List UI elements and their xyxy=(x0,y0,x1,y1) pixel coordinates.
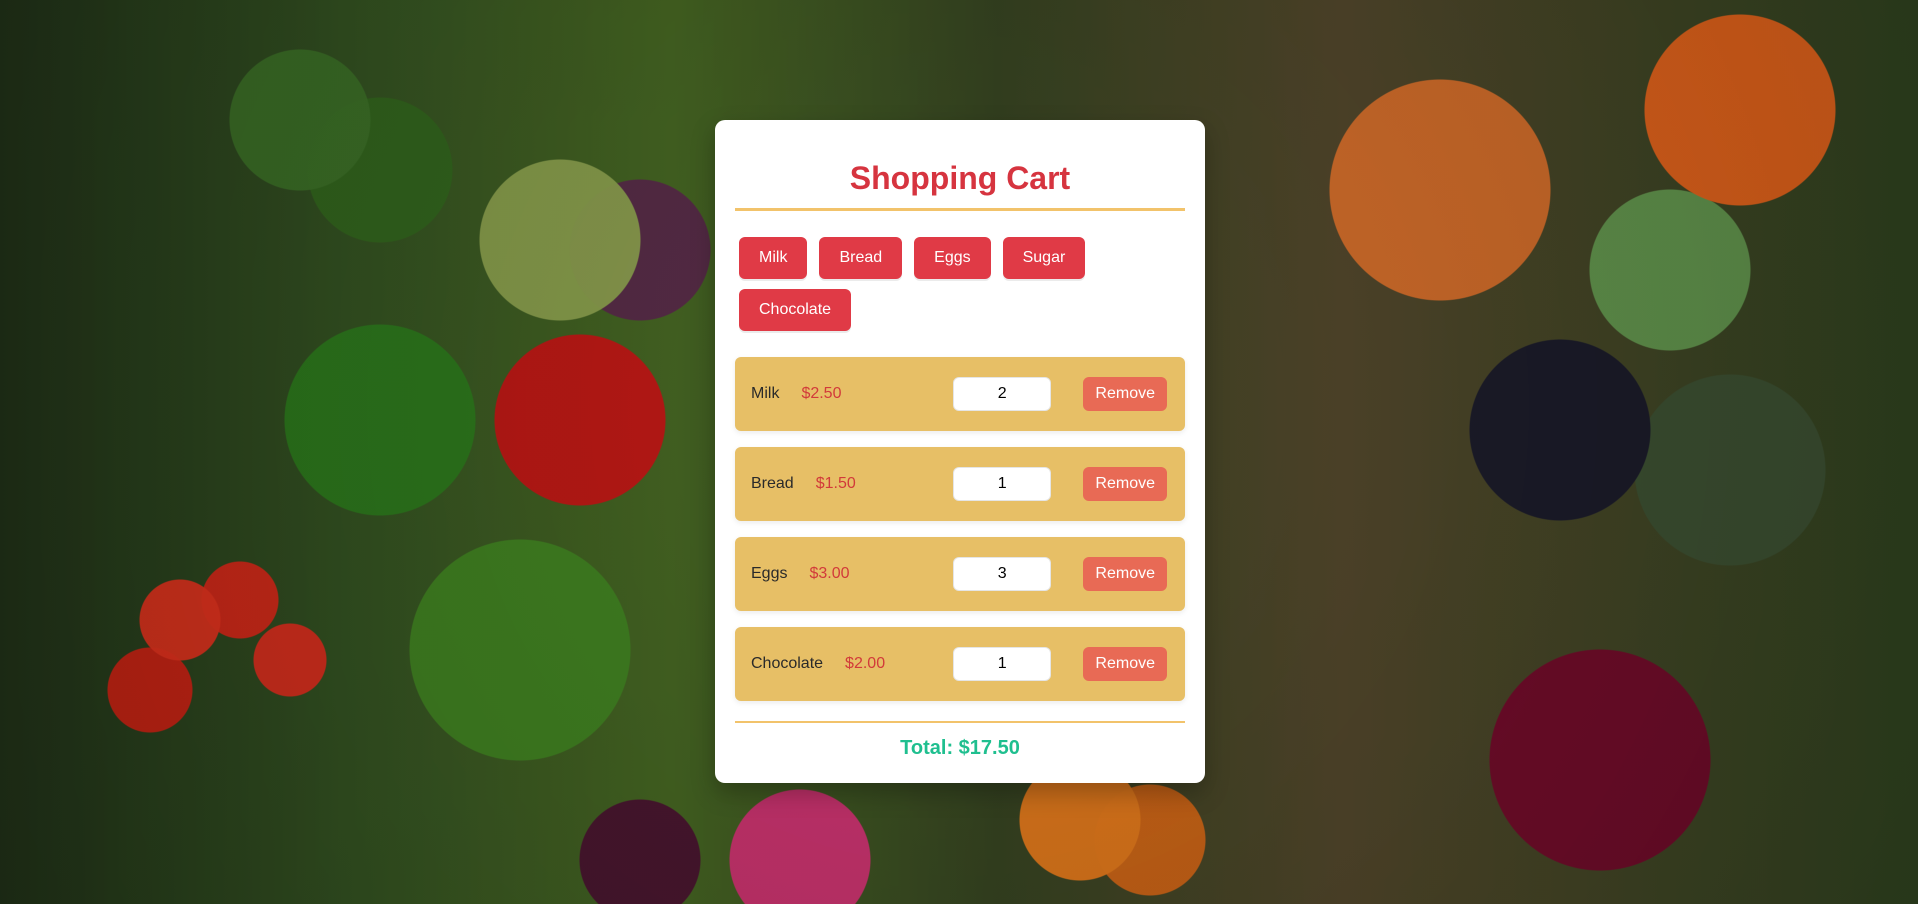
cart-item-milk: Milk $2.50 Remove xyxy=(735,357,1185,431)
quantity-input[interactable] xyxy=(953,467,1052,501)
remove-button[interactable]: Remove xyxy=(1083,557,1167,591)
item-price: $2.00 xyxy=(845,655,886,672)
quantity-wrapper xyxy=(921,647,1083,681)
cart-item-details: Bread $1.50 xyxy=(751,475,921,493)
item-name: Chocolate xyxy=(751,655,824,672)
shopping-cart-panel: Shopping Cart Milk Bread Eggs Sugar Choc… xyxy=(715,120,1205,783)
item-price: $2.50 xyxy=(801,385,842,402)
item-price: $1.50 xyxy=(815,475,856,492)
remove-button[interactable]: Remove xyxy=(1083,647,1167,681)
remove-button[interactable]: Remove xyxy=(1083,377,1167,411)
add-sugar-button[interactable]: Sugar xyxy=(1002,237,1086,279)
shopping-cart-content: Shopping Cart Milk Bread Eggs Sugar Choc… xyxy=(735,162,1185,765)
add-bread-button[interactable]: Bread xyxy=(819,237,903,279)
quantity-wrapper xyxy=(921,377,1083,411)
quantity-input[interactable] xyxy=(953,647,1052,681)
quantity-wrapper xyxy=(921,467,1083,501)
add-milk-button[interactable]: Milk xyxy=(739,237,808,279)
item-price: $3.00 xyxy=(809,565,850,582)
add-eggs-button[interactable]: Eggs xyxy=(914,237,991,279)
item-name: Eggs xyxy=(751,565,788,582)
cart-item-eggs: Eggs $3.00 Remove xyxy=(735,537,1185,611)
cart-item-details: Milk $2.50 xyxy=(751,385,921,403)
add-chocolate-button[interactable]: Chocolate xyxy=(739,289,852,331)
quantity-input[interactable] xyxy=(953,377,1052,411)
quantity-wrapper xyxy=(921,557,1083,591)
cart-items-list: Milk $2.50 Remove Bread $1.50 Remove xyxy=(735,357,1185,701)
cart-total: Total: $17.50 xyxy=(900,737,1020,759)
quantity-input[interactable] xyxy=(953,557,1052,591)
item-name: Bread xyxy=(751,475,794,492)
cart-item-chocolate: Chocolate $2.00 Remove xyxy=(735,627,1185,701)
suggested-items: Milk Bread Eggs Sugar Chocolate xyxy=(735,237,1179,331)
total-divider xyxy=(735,721,1185,723)
cart-item-details: Eggs $3.00 xyxy=(751,565,921,583)
cart-item-details: Chocolate $2.00 xyxy=(751,655,921,673)
item-name: Milk xyxy=(751,385,780,402)
cart-item-bread: Bread $1.50 Remove xyxy=(735,447,1185,521)
remove-button[interactable]: Remove xyxy=(1083,467,1167,501)
cart-title: Shopping Cart xyxy=(735,162,1185,211)
